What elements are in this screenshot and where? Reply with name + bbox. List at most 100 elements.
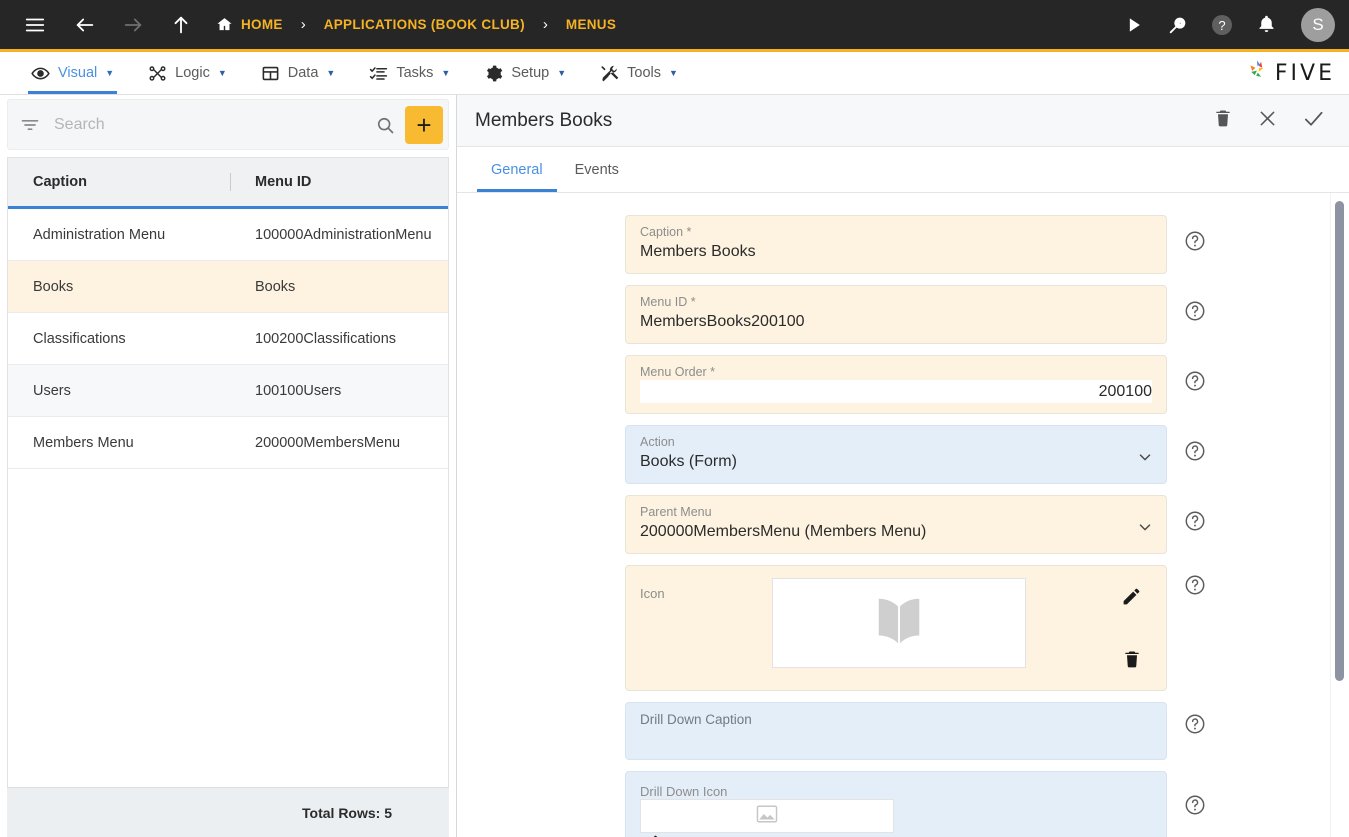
breadcrumb: HOME › APPLICATIONS (BOOK CLUB) › MENUS bbox=[216, 16, 616, 33]
menu-order-field[interactable]: Menu Order * 200100 bbox=[625, 355, 1167, 414]
top-bar-actions: ? S bbox=[1117, 7, 1335, 42]
tab-events[interactable]: Events bbox=[559, 147, 635, 192]
parent-menu-select[interactable]: Parent Menu 200000MembersMenu (Members M… bbox=[625, 495, 1167, 554]
table-row[interactable]: Administration Menu 100000Administration… bbox=[8, 209, 448, 261]
filter-icon[interactable] bbox=[20, 115, 40, 135]
five-logo: FIVE bbox=[1244, 52, 1349, 94]
search-play-icon[interactable] bbox=[1161, 8, 1195, 42]
action-select-label: Action bbox=[640, 435, 675, 449]
arrow-up-icon[interactable] bbox=[164, 8, 198, 42]
table-row[interactable]: Members Menu 200000MembersMenu bbox=[8, 417, 448, 469]
menu-item-setup-label: Setup bbox=[511, 65, 550, 81]
chevron-down-icon: ▼ bbox=[105, 68, 115, 78]
menu-item-visual-label: Visual bbox=[58, 65, 98, 81]
menu-item-setup[interactable]: Setup ▼ bbox=[467, 52, 583, 94]
cell-caption: Members Menu bbox=[33, 434, 134, 451]
table-row[interactable]: Users 100100Users bbox=[8, 365, 448, 417]
help-circle-icon[interactable] bbox=[1184, 713, 1206, 735]
search-input[interactable] bbox=[52, 114, 365, 135]
column-header-caption[interactable]: Caption bbox=[8, 174, 230, 190]
help-circle-icon[interactable] bbox=[1184, 440, 1206, 462]
chevron-down-icon[interactable] bbox=[1136, 448, 1154, 471]
menu-item-logic-label: Logic bbox=[175, 65, 210, 81]
trash-icon[interactable] bbox=[1122, 649, 1142, 674]
bell-icon[interactable] bbox=[1249, 8, 1283, 42]
trash-icon[interactable] bbox=[1213, 108, 1233, 133]
icon-field-label: Icon bbox=[640, 586, 665, 601]
action-select[interactable]: Action Books (Form) bbox=[625, 425, 1167, 484]
hamburger-icon[interactable] bbox=[18, 8, 52, 42]
menu-item-visual[interactable]: Visual ▼ bbox=[14, 52, 131, 94]
cell-menu-id: Books bbox=[255, 278, 296, 295]
search-icon[interactable] bbox=[365, 115, 405, 135]
close-icon[interactable] bbox=[1257, 108, 1278, 134]
icon-field-actions bbox=[1121, 582, 1152, 674]
field-row-icon: Icon bbox=[457, 565, 1349, 691]
field-row-drill-down-caption: Drill Down Caption bbox=[457, 702, 1349, 760]
drill-down-caption-label: Drill Down Caption bbox=[640, 712, 752, 727]
chevron-down-icon: ▼ bbox=[217, 68, 227, 78]
parent-menu-select-label: Parent Menu bbox=[640, 505, 712, 519]
arrow-forward-icon[interactable] bbox=[116, 8, 150, 42]
table-row[interactable]: Classifications 100200Classifications bbox=[8, 313, 448, 365]
menu-order-field-label: Menu Order * bbox=[640, 365, 716, 379]
detail-header-actions bbox=[1213, 107, 1325, 135]
menu-id-field-label: Menu ID * bbox=[640, 295, 696, 309]
cell-menu-id: 200000MembersMenu bbox=[255, 434, 401, 451]
detail-tabs: General Events bbox=[457, 147, 1349, 193]
icon-field: Icon bbox=[625, 565, 1167, 691]
help-circle-icon[interactable] bbox=[1184, 230, 1206, 252]
help-circle-icon[interactable] bbox=[1184, 370, 1206, 392]
menu-order-field-value: 200100 bbox=[640, 380, 1152, 403]
menu-item-tasks[interactable]: Tasks ▼ bbox=[352, 52, 467, 94]
help-circle-icon[interactable] bbox=[1184, 794, 1206, 816]
drill-down-icon-preview[interactable] bbox=[640, 799, 894, 833]
help-circle-icon[interactable]: ? bbox=[1205, 8, 1239, 42]
menu-item-logic[interactable]: Logic ▼ bbox=[131, 52, 244, 94]
gear-icon bbox=[484, 64, 503, 83]
detail-scrollbar-track[interactable] bbox=[1330, 193, 1349, 837]
page-title: Members Books bbox=[475, 109, 613, 131]
breadcrumb-item-applications[interactable]: APPLICATIONS (BOOK CLUB) bbox=[324, 17, 525, 32]
help-circle-icon[interactable] bbox=[1184, 574, 1206, 596]
cell-caption: Administration Menu bbox=[33, 226, 166, 243]
menu-item-data[interactable]: Data ▼ bbox=[244, 52, 353, 94]
column-header-menu-id[interactable]: Menu ID bbox=[230, 173, 448, 191]
play-icon[interactable] bbox=[1117, 8, 1151, 42]
cell-caption: Books bbox=[33, 278, 74, 295]
tools-icon bbox=[600, 64, 619, 83]
icon-preview[interactable] bbox=[772, 578, 1026, 668]
detail-header: Members Books bbox=[457, 95, 1349, 147]
breadcrumb-item-menus[interactable]: MENUS bbox=[566, 17, 616, 32]
five-logo-text: FIVE bbox=[1274, 60, 1335, 86]
cell-caption: Classifications bbox=[33, 330, 126, 347]
pencil-icon[interactable] bbox=[1121, 586, 1142, 612]
pencil-icon[interactable] bbox=[640, 833, 661, 837]
total-rows-label: Total Rows: 5 bbox=[7, 787, 449, 837]
breadcrumb-item-home[interactable]: HOME bbox=[216, 16, 283, 33]
menu-id-field[interactable]: Menu ID * MembersBooks200100 bbox=[625, 285, 1167, 344]
chevron-down-icon[interactable] bbox=[1136, 518, 1154, 541]
menu-item-tools[interactable]: Tools ▼ bbox=[583, 52, 695, 94]
field-row-drill-down-icon: Drill Down Icon bbox=[457, 771, 1349, 837]
caption-field[interactable]: Caption * Members Books bbox=[625, 215, 1167, 274]
checklist-icon bbox=[369, 64, 388, 83]
home-icon bbox=[216, 16, 233, 33]
avatar[interactable]: S bbox=[1301, 7, 1335, 42]
help-circle-icon[interactable] bbox=[1184, 300, 1206, 322]
help-circle-icon[interactable] bbox=[1184, 510, 1206, 532]
tab-general[interactable]: General bbox=[475, 147, 559, 192]
table-row[interactable]: Books Books bbox=[8, 261, 448, 313]
chevron-down-icon: ▼ bbox=[669, 68, 678, 78]
arrow-back-icon[interactable] bbox=[68, 8, 102, 42]
table-icon bbox=[261, 64, 280, 83]
drill-down-icon-field: Drill Down Icon bbox=[625, 771, 1167, 837]
detail-scrollbar-thumb[interactable] bbox=[1335, 201, 1344, 681]
drill-down-icon-actions bbox=[640, 833, 1152, 837]
add-record-button[interactable]: + bbox=[405, 105, 443, 144]
top-navigation-bar: HOME › APPLICATIONS (BOOK CLUB) › MENUS … bbox=[0, 0, 1349, 52]
image-placeholder-icon bbox=[756, 804, 778, 829]
drill-down-caption-field[interactable]: Drill Down Caption bbox=[625, 702, 1167, 760]
check-icon[interactable] bbox=[1302, 107, 1325, 135]
module-menu-bar: Visual ▼ Logic ▼ Data ▼ Tasks ▼ Setup ▼ bbox=[0, 52, 1349, 95]
